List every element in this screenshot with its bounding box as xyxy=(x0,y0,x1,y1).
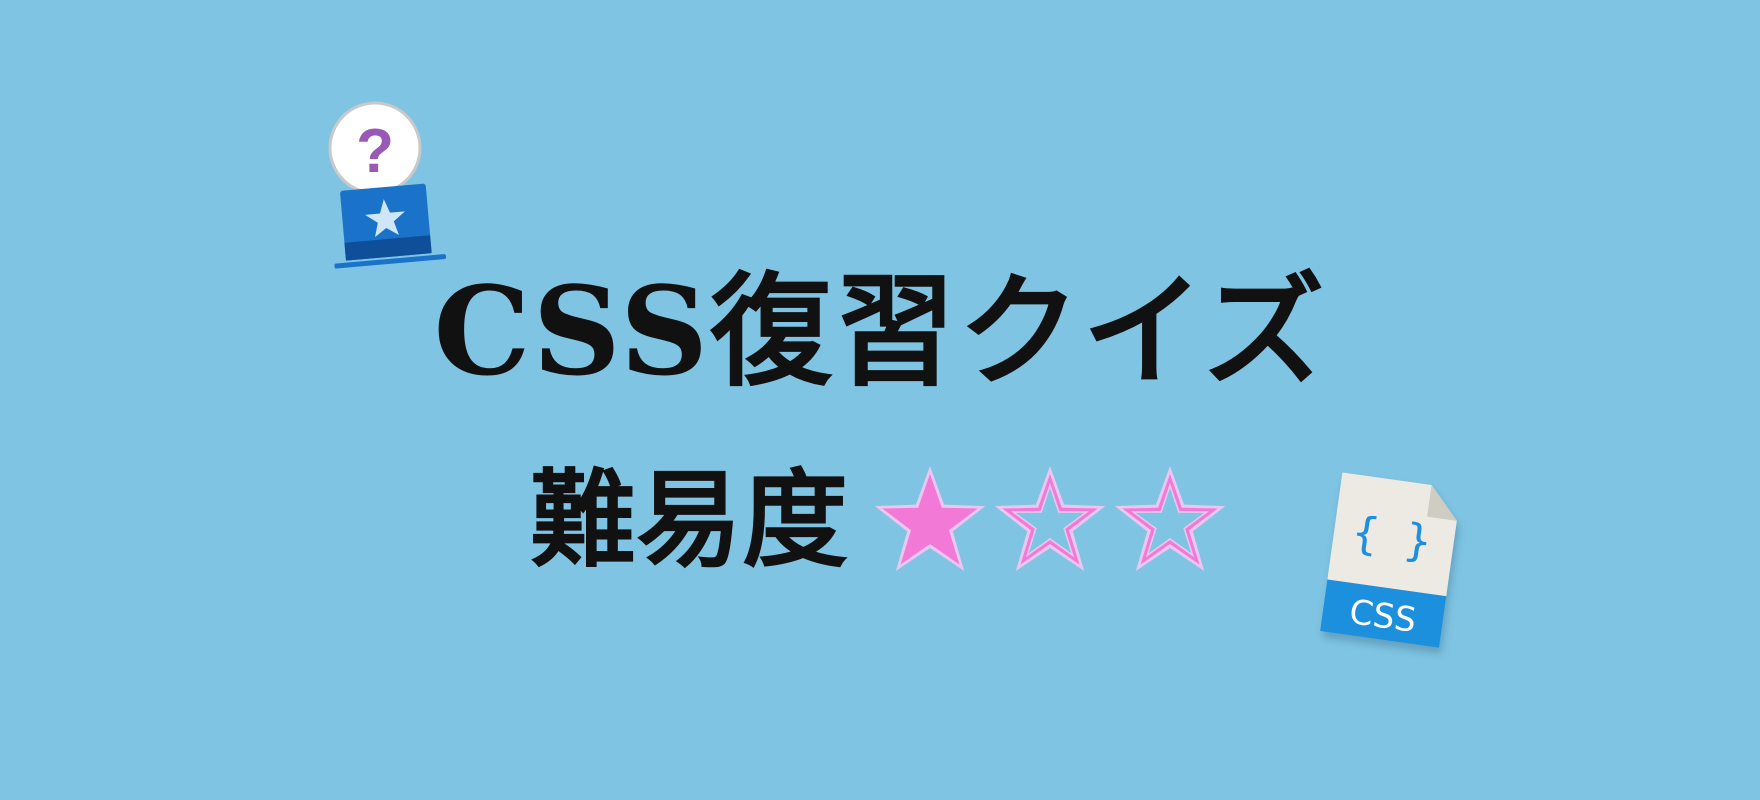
star-empty-icon xyxy=(1114,466,1226,571)
file-corner-shape xyxy=(1427,485,1457,521)
difficulty-label: 難易度 xyxy=(530,457,848,582)
page-title: CSS復習クイズ xyxy=(433,259,1327,403)
star-filled-icon xyxy=(874,466,986,571)
banner-canvas: ? CSS復習クイズ 難易度 { } CSS xyxy=(0,0,1760,800)
question-badge-icon: ? xyxy=(328,101,447,269)
css-file-icon: { } CSS xyxy=(1320,472,1457,648)
star-empty-icon xyxy=(994,466,1106,571)
question-mark-text: ? xyxy=(356,117,394,186)
difficulty-row: 難易度 xyxy=(0,460,1760,580)
star-body-shape xyxy=(882,474,978,565)
difficulty-stars xyxy=(870,460,1230,580)
